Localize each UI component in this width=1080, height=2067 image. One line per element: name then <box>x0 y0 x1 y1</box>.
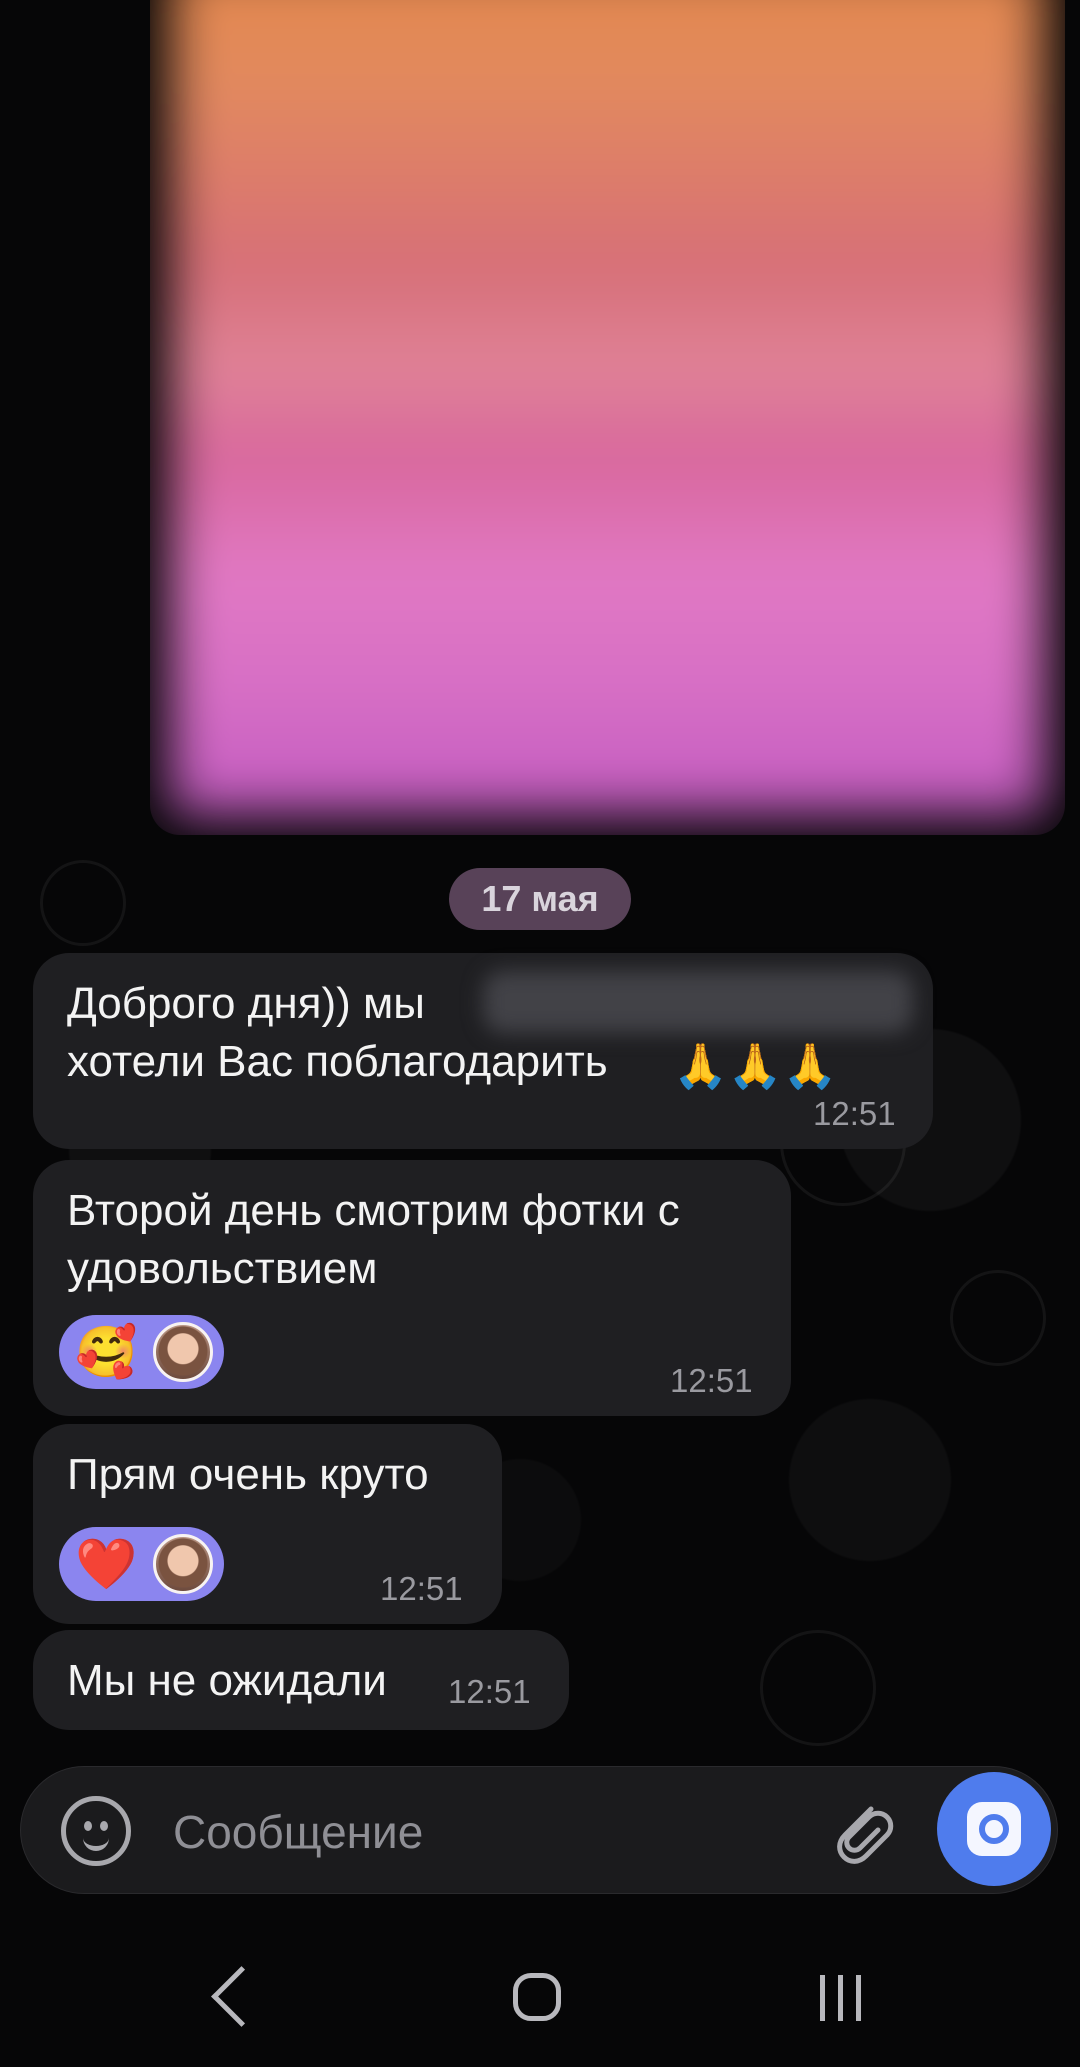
avatar <box>153 1534 213 1594</box>
message-time: 12:51 <box>380 1570 463 1607</box>
message-time: 12:51 <box>448 1673 531 1710</box>
message-input[interactable] <box>171 1794 815 1870</box>
message-text: Мы не ожидали <box>67 1656 387 1705</box>
camera-button[interactable] <box>937 1772 1051 1886</box>
praying-hands-emoji: 🙏🙏🙏 <box>673 1042 838 1091</box>
background-doodle <box>760 1630 876 1746</box>
background-doodle <box>950 1270 1046 1366</box>
reaction-pill[interactable]: 🥰 <box>59 1315 224 1389</box>
message-bubble[interactable]: Второй день смотрим фотки с удовольствие… <box>33 1160 791 1416</box>
blurred-photo <box>170 0 1045 815</box>
blurred-photo-message[interactable] <box>150 0 1065 835</box>
paperclip-icon[interactable] <box>821 1791 901 1871</box>
message-bubble[interactable]: Прям очень круто ❤️ 12:51 <box>33 1424 502 1624</box>
smiling-hearts-emoji: 🥰 <box>75 1324 138 1380</box>
back-icon[interactable] <box>211 1966 272 2027</box>
red-heart-emoji: ❤️ <box>75 1536 138 1592</box>
reaction-pill[interactable]: ❤️ <box>59 1527 224 1601</box>
date-separator: 17 мая <box>449 868 631 930</box>
message-text-line-2: хотели Вас поблагодарить <box>67 1037 608 1086</box>
message-text: Второй день смотрим фотки с удовольствие… <box>67 1186 680 1293</box>
message-text: Прям очень круто <box>67 1450 429 1499</box>
message-time: 12:51 <box>813 1095 896 1132</box>
message-time: 12:51 <box>670 1362 753 1399</box>
message-composer <box>20 1766 1058 1894</box>
camera-icon <box>967 1802 1021 1856</box>
message-text-line-1: Доброго дня)) мы <box>67 979 425 1028</box>
smile-mouth <box>83 1834 109 1851</box>
smile-icon[interactable] <box>61 1796 131 1866</box>
chat-screen: 17 мая Доброго дня)) мы хотели Вас побла… <box>0 0 1080 2067</box>
recents-icon[interactable] <box>820 1975 862 2021</box>
avatar <box>153 1322 213 1382</box>
home-icon[interactable] <box>513 1973 561 2021</box>
message-bubble[interactable]: Мы не ожидали 12:51 <box>33 1630 569 1730</box>
background-doodle <box>40 860 126 946</box>
redacted-text <box>483 971 913 1033</box>
